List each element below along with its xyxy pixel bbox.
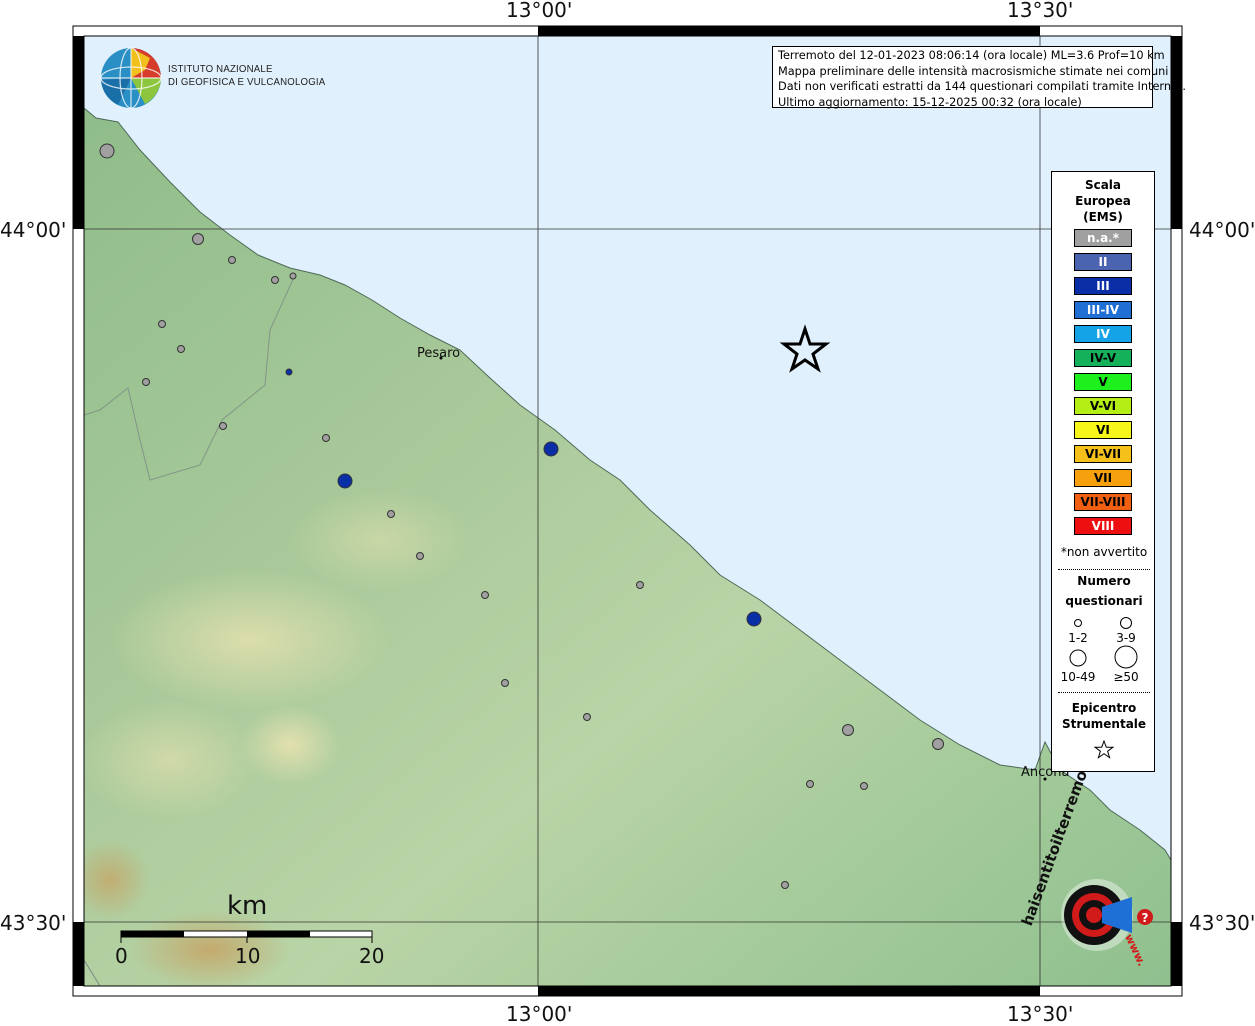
legend-count-3: 10-49: [1060, 670, 1096, 684]
obs-point[interactable]: [158, 320, 166, 328]
info-line4: Ultimo aggiornamento: 15-12-2025 00:32 (…: [778, 95, 1082, 109]
legend-epi-title-1: Epicentro: [1071, 701, 1137, 715]
legend-divider: [1058, 569, 1150, 570]
obs-point[interactable]: [501, 679, 509, 687]
lon-label-top-right: 13°30': [1007, 0, 1074, 22]
event-info-box: Terremoto del 12-01-2023 08:06:14 (ora l…: [772, 46, 1187, 109]
obs-point[interactable]: [142, 378, 150, 386]
info-line2: Mappa preliminare delle intensità macros…: [778, 64, 1169, 78]
obs-point[interactable]: [322, 434, 330, 442]
legend-title-2: Europea: [1075, 194, 1131, 208]
legend-swatch-vii-viii: VII-VIII: [1074, 493, 1132, 511]
lat-label-left-bottom: 43°30': [0, 911, 67, 935]
obs-point[interactable]: [842, 724, 854, 736]
obs-point[interactable]: [289, 272, 297, 280]
legend-swatch-ii: II: [1074, 253, 1132, 271]
lon-label-bottom-right: 13°30': [1007, 1002, 1074, 1026]
lat-label-left-top: 44°00': [0, 218, 67, 242]
scale-unit: km: [227, 891, 268, 921]
legend-swatch-v: V: [1074, 373, 1132, 391]
obs-point[interactable]: [337, 473, 353, 489]
legend-count-1: 1-2: [1068, 631, 1088, 645]
legend-swatch-vii: VII: [1074, 469, 1132, 487]
obs-point[interactable]: [177, 345, 185, 353]
legend-swatch-iii-iv: III-IV: [1074, 301, 1132, 319]
obs-point[interactable]: [636, 581, 644, 589]
legend-count-title-1: Numero: [1077, 574, 1131, 588]
legend-epi-title-2: Strumentale: [1061, 717, 1147, 731]
info-line1: Terremoto del 12-01-2023 08:06:14 (ora l…: [778, 49, 1165, 62]
city-label-pesaro: Pesaro: [417, 346, 461, 361]
ingv-logo-icon: [100, 47, 162, 109]
legend-swatch-vi: VI: [1074, 421, 1132, 439]
obs-point[interactable]: [543, 441, 559, 457]
obs-point[interactable]: [746, 611, 762, 627]
legend-swatch-iii: III: [1074, 277, 1132, 295]
legend-title: Scala Europea (EMS): [1052, 177, 1154, 225]
obs-point[interactable]: [932, 738, 944, 750]
institute-name: ISTITUTO NAZIONALE DI GEOFISICA E VULCAN…: [168, 63, 325, 89]
legend-epicenter-star-icon: [1094, 740, 1114, 759]
legend-divider-2: [1058, 692, 1150, 693]
lat-label-right-bottom: 43°30': [1189, 911, 1255, 935]
scale-tick-0: 0: [115, 944, 128, 968]
legend-swatch-iv-v: IV-V: [1074, 349, 1132, 367]
obs-point[interactable]: [285, 368, 293, 376]
info-line3: Dati non verificati estratti da 144 ques…: [778, 80, 1187, 93]
legend-count-title-2: questionari: [1065, 594, 1143, 608]
obs-point[interactable]: [806, 780, 814, 788]
institute-line1: ISTITUTO NAZIONALE: [168, 63, 273, 75]
legend-title-1: Scala: [1084, 178, 1122, 192]
obs-point[interactable]: [583, 713, 591, 721]
lat-label-right-top: 44°00': [1189, 218, 1255, 242]
obs-point[interactable]: [219, 422, 227, 430]
obs-point[interactable]: [781, 881, 789, 889]
lon-label-top-left: 13°00': [506, 0, 573, 22]
legend-count-2: 3-9: [1116, 631, 1136, 645]
legend-swatch-iv: IV: [1074, 325, 1132, 343]
obs-point[interactable]: [860, 782, 868, 790]
obs-point[interactable]: [99, 143, 115, 159]
legend-swatch-vi-vii: VI-VII: [1074, 445, 1132, 463]
obs-point[interactable]: [387, 510, 395, 518]
legend-swatch-v-vi: V-VI: [1074, 397, 1132, 415]
institute-line2: DI GEOFISICA E VULCANOLOGIA: [168, 76, 326, 88]
legend-count-4: ≥50: [1113, 670, 1139, 684]
intensity-legend: Scala Europea (EMS) n.a.* II III III-IV IV IV…: [1051, 171, 1155, 772]
legend-swatch-n-a: n.a.*: [1074, 229, 1132, 247]
legend-swatch-viii: VIII: [1074, 517, 1132, 535]
obs-point[interactable]: [271, 276, 279, 284]
lon-label-bottom-left: 13°00': [506, 1002, 573, 1026]
scale-tick-10: 10: [235, 944, 261, 968]
legend-not-felt: *non avvertito: [1060, 545, 1148, 559]
obs-point[interactable]: [192, 233, 204, 245]
obs-point[interactable]: [416, 552, 424, 560]
scale-tick-20: 20: [359, 944, 385, 968]
obs-point[interactable]: [481, 591, 489, 599]
svg-text:?: ?: [1142, 911, 1149, 925]
legend-title-3: (EMS): [1083, 210, 1123, 224]
obs-point[interactable]: [228, 256, 236, 264]
